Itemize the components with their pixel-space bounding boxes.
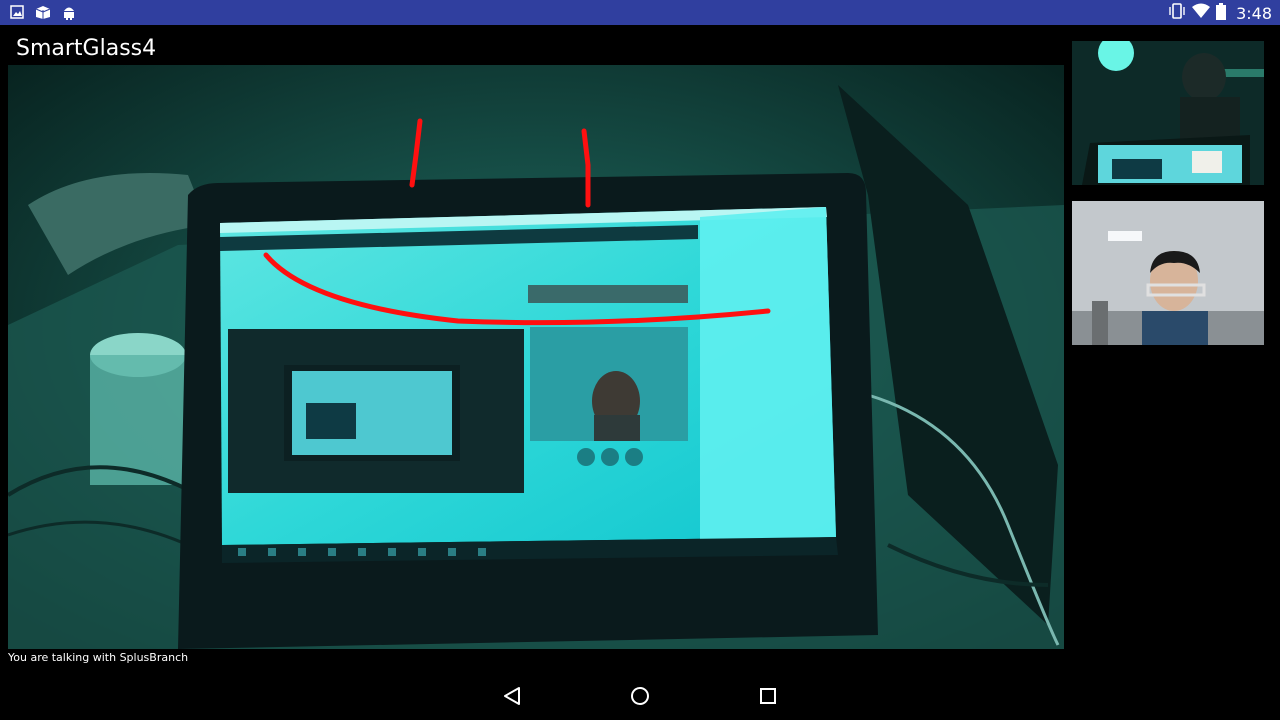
image-icon	[10, 5, 24, 19]
battery-icon	[1216, 2, 1227, 25]
main-video-image	[8, 65, 1064, 649]
thumbnail-local-image	[1072, 201, 1264, 345]
back-icon[interactable]	[500, 684, 524, 708]
thumbnail-local-feed[interactable]	[1072, 201, 1264, 345]
recents-icon[interactable]	[756, 684, 780, 708]
home-icon[interactable]	[628, 684, 652, 708]
thumbnail-remote-image	[1072, 41, 1264, 185]
clock: 3:48	[1236, 4, 1272, 23]
box-icon	[34, 4, 52, 20]
page-title: SmartGlass4	[16, 36, 157, 61]
android-icon	[62, 4, 76, 20]
call-status-text: You are talking with SplusBranch	[8, 651, 189, 664]
status-bar: 3:48	[0, 0, 1280, 25]
vibrate-icon	[1168, 2, 1186, 25]
thumbnail-remote-feed[interactable]	[1072, 41, 1264, 185]
main-video-feed[interactable]	[8, 65, 1064, 649]
navigation-bar	[0, 672, 1280, 720]
wifi-icon	[1192, 3, 1211, 24]
